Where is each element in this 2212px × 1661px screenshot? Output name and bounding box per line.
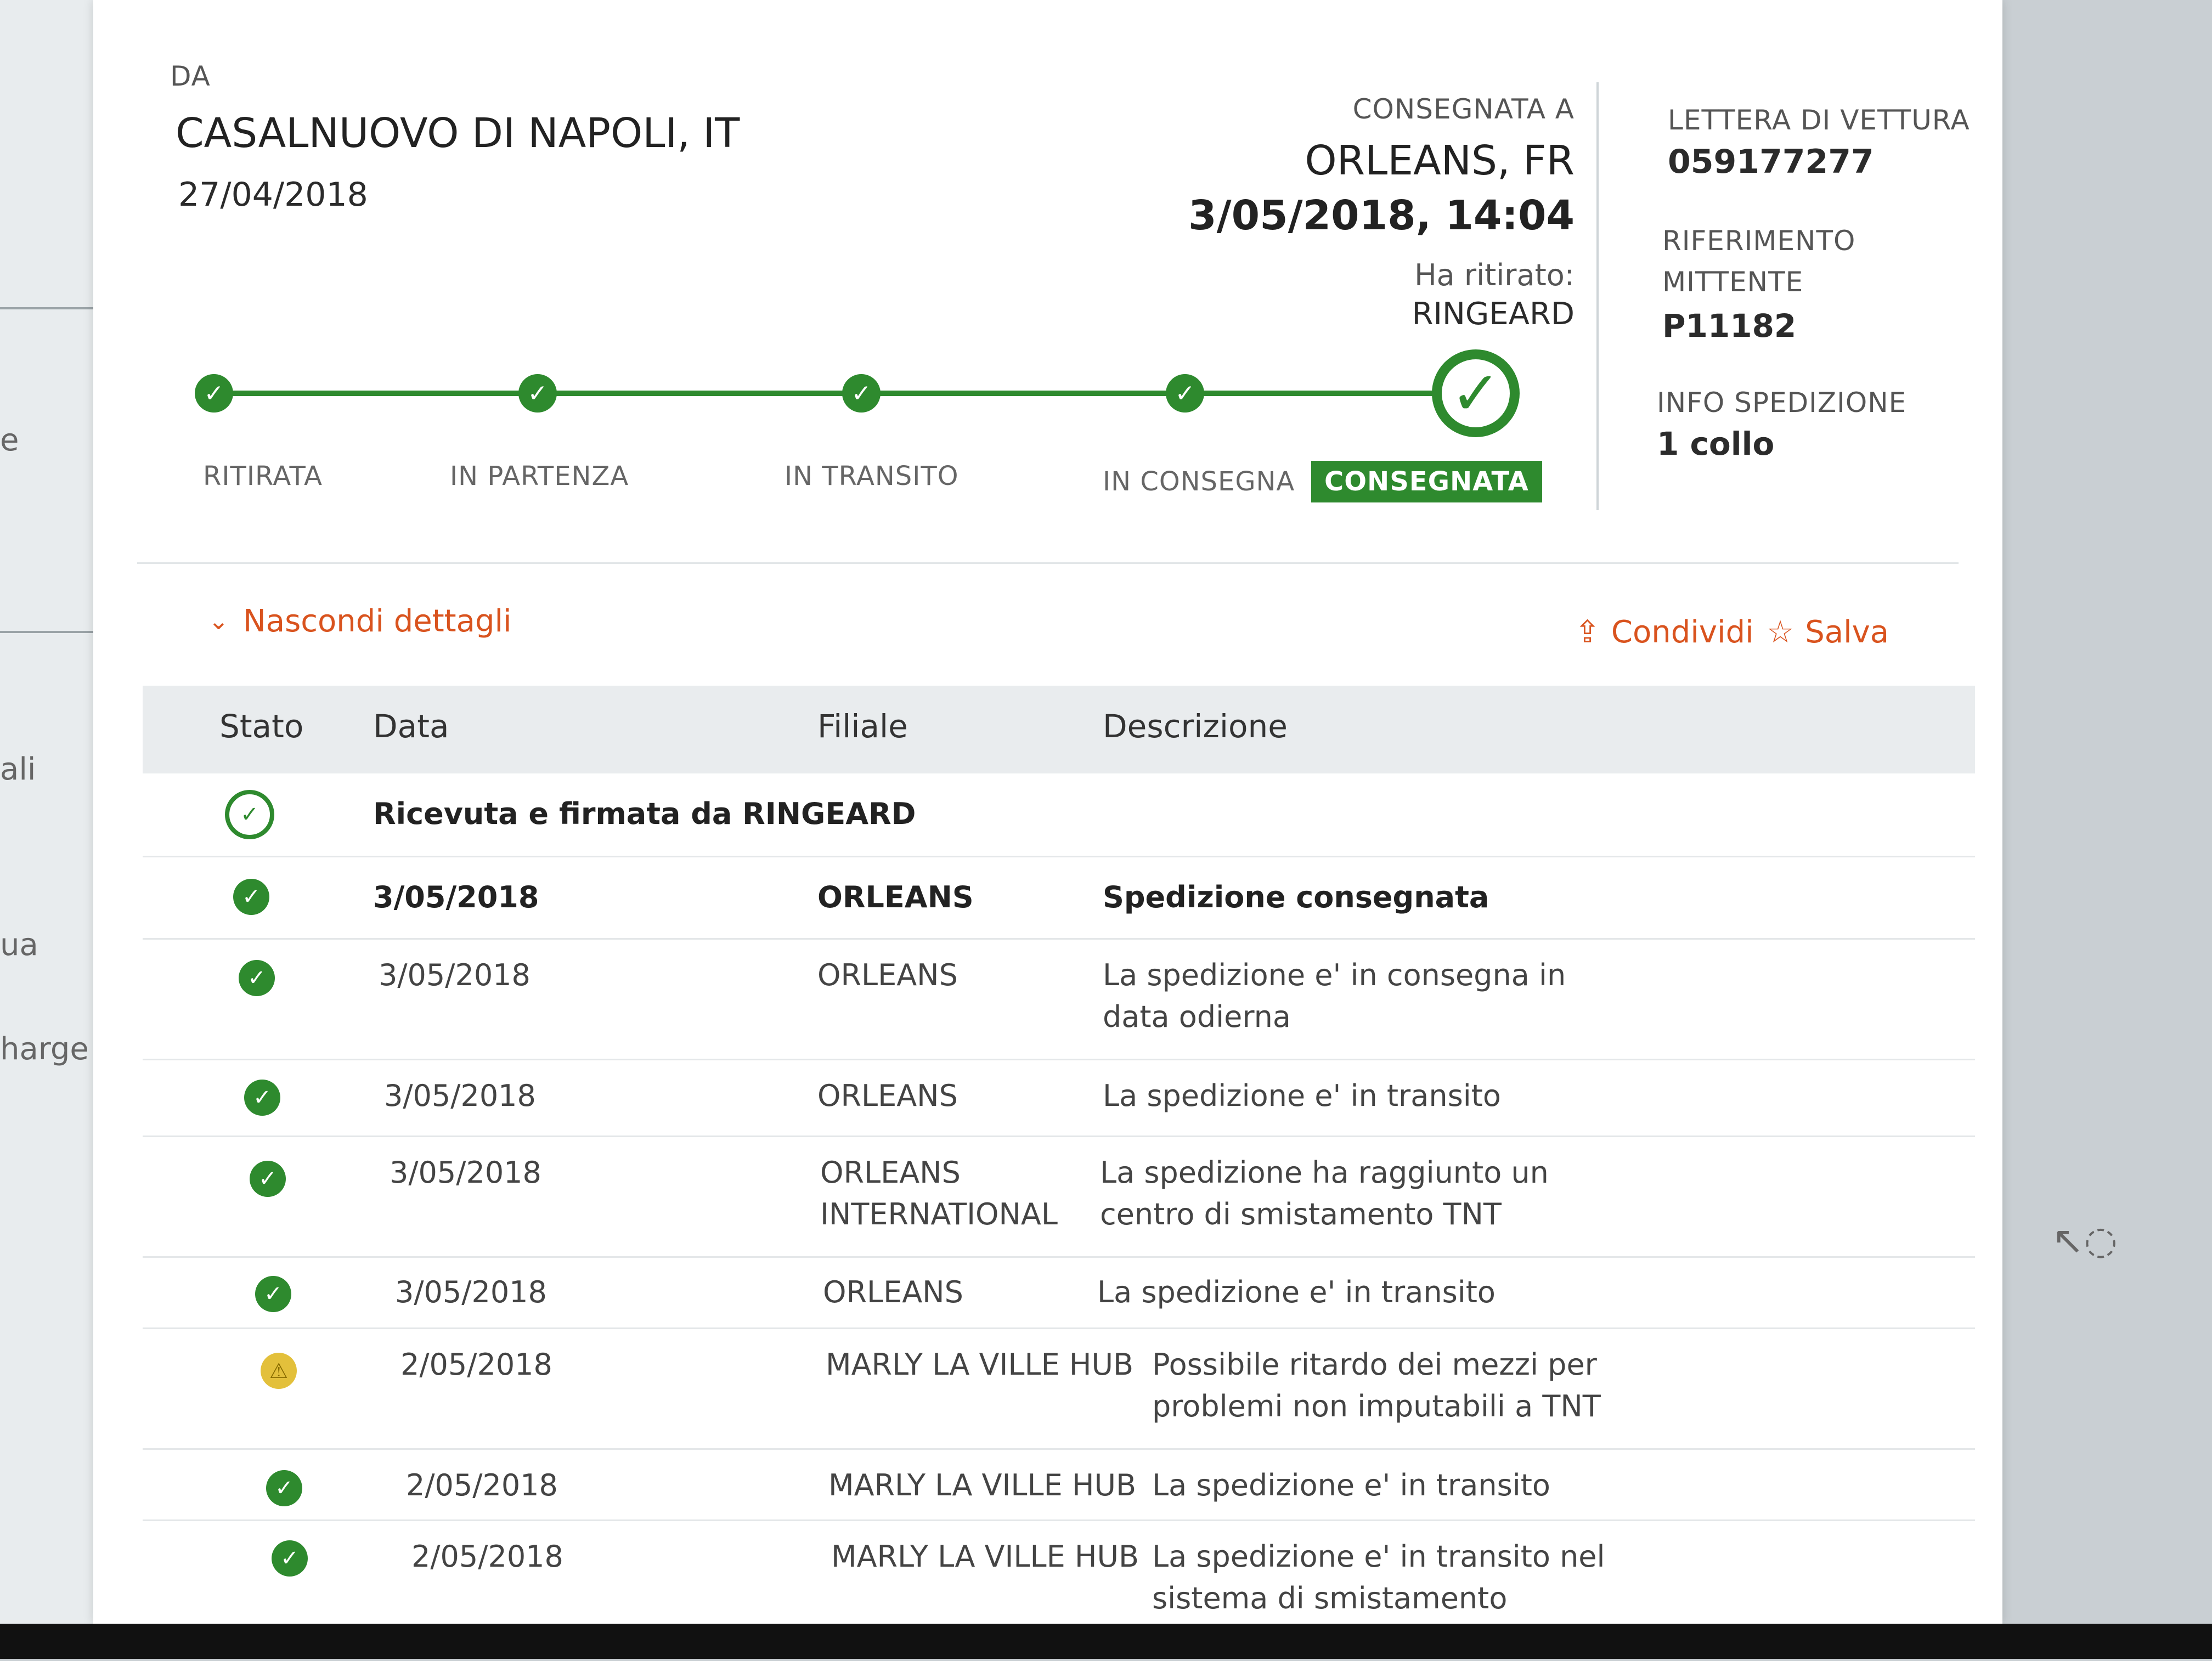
header-status: Stato — [219, 708, 304, 745]
table-row: ⚠ 2/05/2018 MARLY LA VILLE HUB Possibile… — [143, 1327, 1975, 1450]
row-date: 3/05/2018 — [384, 1078, 536, 1113]
left-fragment: e — [0, 422, 19, 458]
signed-text: Ricevuta e firmata da RINGEARD — [373, 796, 916, 831]
row-date: 2/05/2018 — [400, 1347, 552, 1382]
picked-by: RINGEARD — [1412, 296, 1575, 332]
row-description: La spedizione e' in transito — [1097, 1275, 1496, 1309]
stage-label: RITIRATA — [203, 461, 323, 491]
save-button[interactable]: ☆ Salva — [1767, 614, 1889, 650]
row-description: Spedizione consegnata — [1103, 880, 1489, 914]
row-description: La spedizione e' in transito — [1152, 1468, 1550, 1502]
vertical-divider — [1596, 82, 1599, 510]
row-branch: MARLY LA VILLE HUB — [831, 1539, 1139, 1574]
row-branch: ORLEANS — [817, 1078, 958, 1113]
stage-check-icon: ✓ — [842, 374, 881, 413]
reference-label: RIFERIMENTO — [1662, 225, 1856, 257]
reference-value: P11182 — [1662, 307, 1797, 344]
check-icon: ✓ — [239, 960, 275, 996]
row-description: Possibile ritardo dei mezzi per problemi… — [1152, 1347, 1601, 1423]
origin-date: 27/04/2018 — [178, 176, 368, 214]
check-icon: ✓ — [266, 1470, 302, 1506]
divider — [0, 631, 93, 633]
stage-check-icon: ✓ — [195, 374, 233, 413]
stage-label: IN CONSEGNA — [1103, 466, 1295, 497]
left-fragment: harge — [0, 1031, 89, 1067]
delivered-check-icon: ✓ — [1432, 349, 1520, 437]
toggle-details-label: Nascondi dettagli — [242, 603, 512, 639]
origin-city: CASALNUOVO DI NAPOLI, IT — [176, 110, 740, 157]
delivery-label: CONSEGNATA A — [1352, 93, 1575, 125]
row-date: 3/05/2018 — [379, 958, 531, 992]
row-branch: ORLEANS — [823, 1275, 963, 1309]
warning-icon: ⚠ — [261, 1353, 297, 1389]
check-icon: ✓ — [255, 1276, 291, 1312]
share-icon: ⇪ — [1575, 614, 1600, 650]
row-date: 3/05/2018 — [373, 880, 539, 914]
loading-cursor-icon: ↖◌ — [2052, 1218, 2118, 1263]
stage-label: IN PARTENZA — [450, 461, 629, 491]
table-header: Stato Data Filiale Descrizione — [143, 686, 1975, 773]
left-fragment: ali — [0, 752, 36, 787]
star-icon: ☆ — [1767, 614, 1795, 650]
row-branch: ORLEANS — [817, 880, 974, 914]
waybill-label: LETTERA DI VETTURA — [1668, 104, 1970, 136]
row-description: La spedizione e' in consegna in data odi… — [1103, 958, 1566, 1034]
check-icon: ✓ — [244, 1080, 280, 1116]
toggle-details-link[interactable]: ⌄ Nascondi dettagli — [208, 603, 512, 639]
section-divider — [137, 562, 1959, 564]
divider — [0, 307, 93, 309]
row-branch: ORLEANS — [817, 958, 958, 992]
row-branch: MARLY LA VILLE HUB — [826, 1347, 1134, 1382]
picked-label: Ha ritirato: — [1414, 258, 1575, 292]
shipment-info-label: INFO SPEDIZIONE — [1657, 387, 1907, 419]
table-row: ✓ 3/05/2018 ORLEANS La spedizione e' in … — [143, 938, 1975, 1060]
row-branch: ORLEANS INTERNATIONAL — [820, 1155, 1058, 1231]
delivery-city: ORLEANS, FR — [1305, 137, 1575, 184]
signed-row: ✓ Ricevuta e firmata da RINGEARD — [143, 773, 1975, 857]
chevron-down-icon: ⌄ — [208, 607, 229, 635]
share-label: Condividi — [1611, 614, 1754, 650]
taskbar — [0, 1624, 2212, 1659]
save-label: Salva — [1805, 614, 1889, 650]
origin-label: DA — [170, 60, 211, 92]
left-fragment: ua — [0, 927, 38, 963]
check-icon: ✓ — [250, 1161, 286, 1197]
row-date: 3/05/2018 — [390, 1155, 541, 1190]
shipment-info-value: 1 collo — [1657, 425, 1775, 462]
check-icon: ✓ — [272, 1540, 308, 1577]
table-row: ✓ 3/05/2018 ORLEANS INTERNATIONAL La spe… — [143, 1135, 1975, 1258]
reference-label-2: MITTENTE — [1662, 266, 1804, 298]
row-description: La spedizione e' in transito — [1103, 1078, 1501, 1113]
stage-check-icon: ✓ — [518, 374, 557, 413]
tracking-card: DA CASALNUOVO DI NAPOLI, IT 27/04/2018 C… — [93, 0, 2002, 1657]
table-row: ✓ 3/05/2018 ORLEANS La spedizione e' in … — [143, 1059, 1975, 1137]
share-button[interactable]: ⇪ Condividi — [1575, 614, 1754, 650]
row-description: La spedizione ha raggiunto un centro di … — [1100, 1155, 1549, 1231]
stage-check-icon: ✓ — [1166, 374, 1204, 413]
header-date: Data — [373, 708, 449, 745]
row-date: 3/05/2018 — [395, 1275, 547, 1309]
delivery-datetime: 3/05/2018, 14:04 — [1188, 192, 1575, 239]
stage-label: IN TRANSITO — [785, 461, 959, 491]
stage-label-active: CONSEGNATA — [1311, 461, 1542, 502]
table-row: ✓ 2/05/2018 MARLY LA VILLE HUB La spediz… — [143, 1519, 1975, 1657]
header-branch: Filiale — [817, 708, 908, 745]
waybill-number: 059177277 — [1668, 143, 1874, 181]
row-date: 2/05/2018 — [406, 1468, 558, 1502]
header-description: Descrizione — [1103, 708, 1288, 745]
check-icon: ✓ — [225, 790, 274, 839]
table-row: ✓ 3/05/2018 ORLEANS Spedizione consegnat… — [143, 856, 1975, 940]
row-date: 2/05/2018 — [411, 1539, 563, 1574]
table-row: ✓ 2/05/2018 MARLY LA VILLE HUB La spediz… — [143, 1448, 1975, 1521]
table-row: ✓ 3/05/2018 ORLEANS La spedizione e' in … — [143, 1256, 1975, 1329]
check-icon: ✓ — [233, 879, 269, 915]
row-branch: MARLY LA VILLE HUB — [828, 1468, 1137, 1502]
